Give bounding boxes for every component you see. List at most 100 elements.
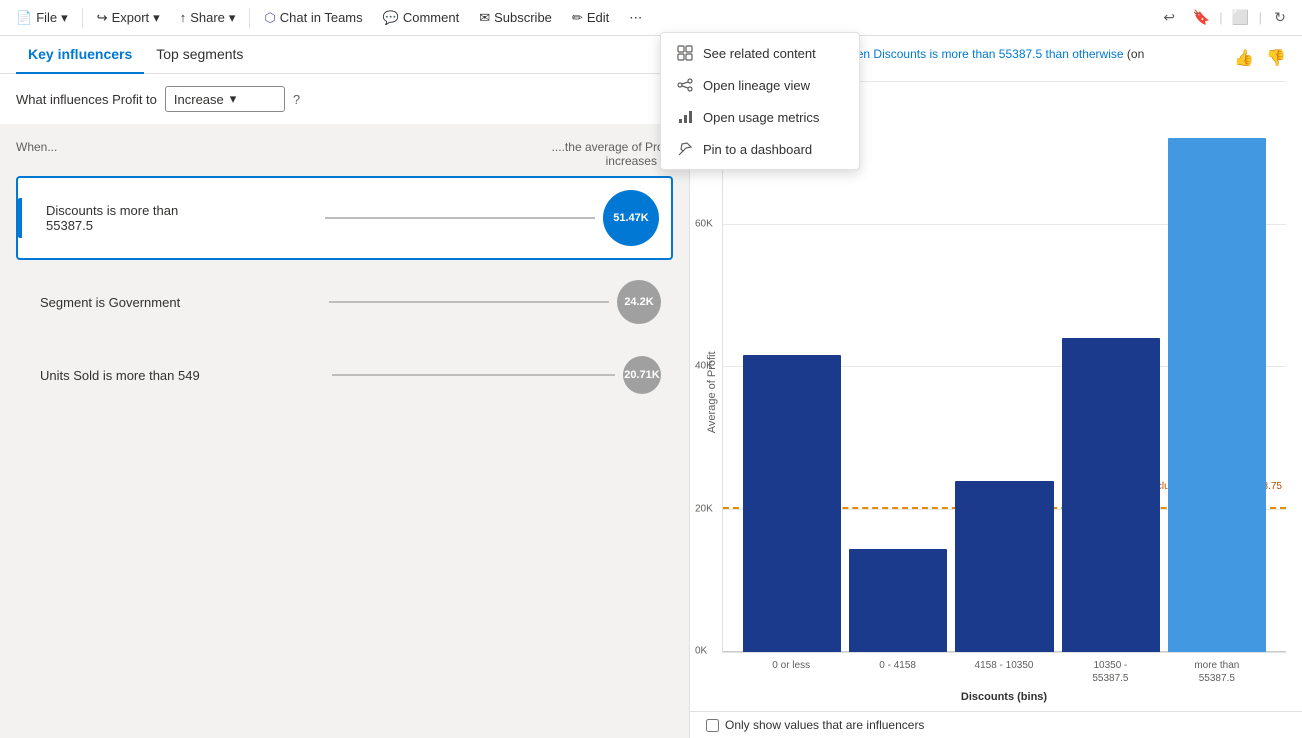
file-icon: 📄 — [16, 10, 32, 26]
refresh-button[interactable]: ↻ — [1266, 4, 1294, 32]
bookmark-button[interactable]: 🔖 — [1187, 4, 1215, 32]
comment-icon: 💬 — [383, 10, 399, 26]
line-1 — [325, 217, 596, 219]
tab-key-influencers[interactable]: Key influencers — [16, 36, 144, 74]
influencer-item-2[interactable]: Segment is Government 24.2K — [16, 268, 673, 336]
influencer-text-3: Units Sold is more than 549 — [28, 368, 324, 383]
column-headers: When... ....the average of Profit increa… — [16, 132, 673, 176]
selected-indicator — [18, 198, 22, 238]
separator-small: | — [1259, 10, 1262, 25]
x-label-2: 0 - 4158 — [848, 659, 946, 685]
bar-4[interactable] — [1062, 338, 1160, 652]
influencer-bubble-3: 20.71K — [623, 356, 661, 394]
bar-group-3 — [955, 81, 1053, 652]
checkbox-row: Only show values that are influencers — [690, 711, 1302, 738]
tabs: Key influencers Top segments — [0, 36, 689, 74]
comment-button[interactable]: 💬 Comment — [375, 6, 468, 30]
toolbar-right-actions: ↩ 🔖 | ⬜ | ↻ — [1155, 4, 1294, 32]
right-actions: 👍 👎 — [1230, 44, 1290, 72]
menu-label-lineage-view: Open lineage view — [703, 78, 810, 93]
undo-button[interactable]: ↩ — [1155, 4, 1183, 32]
subscribe-button[interactable]: ✉ Subscribe — [471, 6, 560, 30]
fullscreen-button[interactable]: ⬜ — [1227, 4, 1255, 32]
pin-icon — [677, 141, 693, 157]
thumbs-down-button[interactable]: 👎 — [1262, 44, 1290, 72]
influencer-item-1[interactable]: Discounts is more than55387.5 51.47K — [16, 176, 673, 260]
y-label-60k: 60K — [695, 218, 713, 229]
chevron-down-icon: ▾ — [153, 10, 160, 26]
chart-inner: 80K 60K 40K 20K 0K — [722, 81, 1286, 703]
main-area: Key influencers Top segments What influe… — [0, 36, 1302, 738]
bar-3[interactable] — [955, 481, 1053, 652]
context-menu: See related content Open lineage view Op… — [660, 32, 860, 170]
bar-group-5 — [1168, 81, 1266, 652]
lineage-view-icon — [677, 77, 693, 93]
x-axis-labels: 0 or less 0 - 4158 4158 - 10350 10350 -5… — [722, 655, 1286, 689]
connector-line-2 — [329, 301, 610, 303]
export-button[interactable]: ↪ Export ▾ — [89, 6, 168, 30]
edit-button[interactable]: ✏ Edit — [564, 6, 617, 30]
chat-in-teams-button[interactable]: ⬡ Chat in Teams — [256, 6, 370, 30]
separator-small: | — [1219, 10, 1222, 25]
menu-item-lineage-view[interactable]: Open lineage view — [661, 69, 859, 101]
influencer-filter-checkbox[interactable] — [706, 719, 719, 732]
edit-icon: ✏ — [572, 10, 583, 26]
right-text-suffix: (on — [1127, 47, 1144, 61]
help-icon[interactable]: ? — [293, 92, 300, 107]
more-button[interactable]: ⋯ — [621, 6, 650, 30]
chart-container: Average of Profit 80K 60K 40K — [706, 81, 1286, 703]
when-header: When... — [16, 140, 57, 168]
line-3 — [332, 374, 616, 376]
increase-dropdown[interactable]: Increase ▾ — [165, 86, 285, 112]
menu-item-pin-dashboard[interactable]: Pin to a dashboard — [661, 133, 859, 165]
x-label-5: more than55387.5 — [1168, 659, 1266, 685]
toolbar: 📄 File ▾ ↪ Export ▾ ↑ Share ▾ ⬡ Chat in … — [0, 0, 1302, 36]
influencer-bubble-1: 51.47K — [603, 190, 659, 246]
separator — [82, 8, 83, 28]
influencers-area: When... ....the average of Profit increa… — [0, 124, 689, 738]
filter-bar: What influences Profit to Increase ▾ ? — [0, 74, 689, 124]
y-label-40k: 40K — [695, 361, 713, 372]
subscribe-icon: ✉ — [479, 10, 490, 26]
influencer-filter-label[interactable]: Only show values that are influencers — [725, 718, 924, 732]
menu-item-related-content[interactable]: See related content — [661, 37, 859, 69]
menu-label-pin-dashboard: Pin to a dashboard — [703, 142, 812, 157]
export-icon: ↪ — [97, 10, 108, 26]
bar-group-2 — [849, 81, 947, 652]
left-panel: Key influencers Top segments What influe… — [0, 36, 690, 738]
x-label-1: 0 or less — [742, 659, 840, 685]
filter-label: What influences Profit to — [16, 92, 157, 107]
menu-label-usage-metrics: Open usage metrics — [703, 110, 819, 125]
connector-line-1 — [325, 217, 596, 219]
x-axis-title: Discounts (bins) — [722, 691, 1286, 703]
influencer-text-2: Segment is Government — [28, 295, 321, 310]
x-label-3: 4158 - 10350 — [955, 659, 1053, 685]
y-label-0k: 0K — [695, 646, 707, 657]
bar-1[interactable] — [743, 355, 841, 652]
chevron-down-icon: ▾ — [61, 10, 68, 26]
bar-group-4 — [1062, 81, 1160, 652]
menu-item-usage-metrics[interactable]: Open usage metrics — [661, 101, 859, 133]
teams-icon: ⬡ — [264, 10, 275, 26]
related-content-icon — [677, 45, 693, 61]
connector-line-3 — [332, 374, 616, 376]
chevron-down-icon: ▾ — [230, 91, 237, 107]
x-label-4: 10350 -55387.5 — [1061, 659, 1159, 685]
tab-top-segments[interactable]: Top segments — [144, 36, 255, 74]
bar-5[interactable] — [1168, 138, 1266, 652]
usage-metrics-icon — [677, 109, 693, 125]
influencer-text-1: Discounts is more than55387.5 — [34, 203, 317, 233]
influencer-bubble-2: 24.2K — [617, 280, 661, 324]
influencer-item-3[interactable]: Units Sold is more than 549 20.71K — [16, 344, 673, 406]
thumbs-up-button[interactable]: 👍 — [1230, 44, 1258, 72]
chevron-down-icon: ▾ — [229, 10, 236, 26]
share-button[interactable]: ↑ Share ▾ — [172, 6, 244, 30]
menu-label-related-content: See related content — [703, 46, 816, 61]
y-axis-label: Average of Profit — [706, 81, 718, 703]
avg-profit-header: ....the average of Profit increases by — [513, 140, 673, 168]
separator — [249, 8, 250, 28]
y-label-20k: 20K — [695, 504, 713, 515]
share-icon: ↑ — [180, 10, 187, 25]
file-button[interactable]: 📄 File ▾ — [8, 6, 76, 30]
bar-2[interactable] — [849, 549, 947, 652]
